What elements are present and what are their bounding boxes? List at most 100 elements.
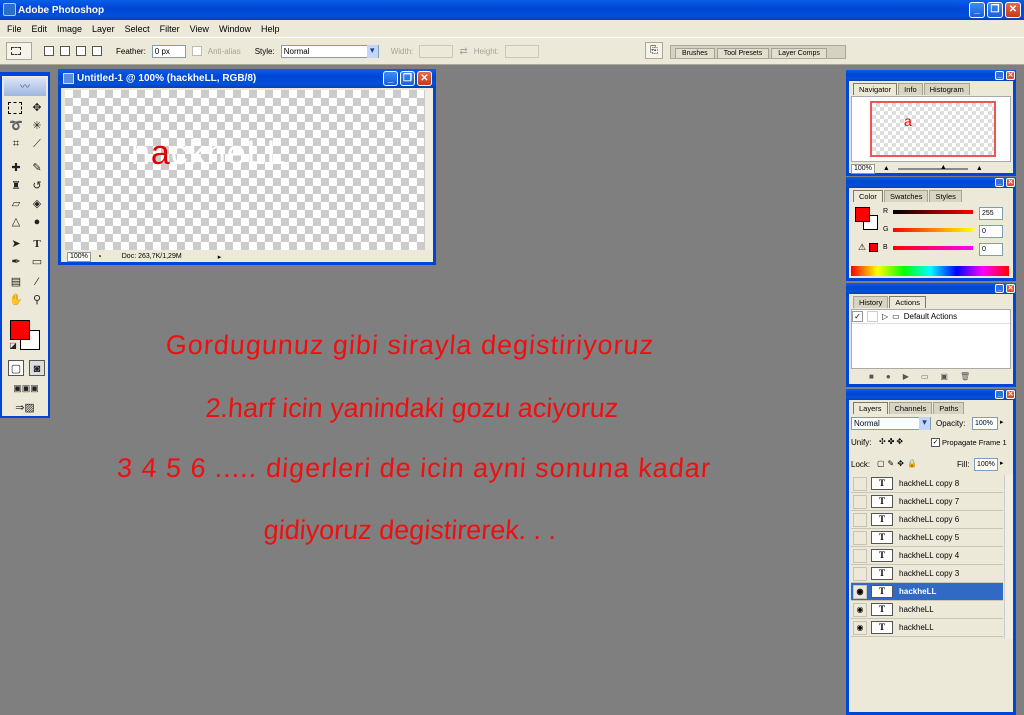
menu-edit[interactable]: Edit [27,24,53,34]
tab-swatches[interactable]: Swatches [883,190,929,202]
subtract-selection-icon[interactable] [76,46,86,56]
brush-tool-icon[interactable]: ✎ [29,160,45,176]
healing-brush-icon[interactable]: ✚ [8,160,24,176]
height-input[interactable] [505,44,540,58]
panel-fg-swatch[interactable] [855,207,870,222]
navigator-zoom-field[interactable]: 100% [851,163,875,174]
visibility-toggle[interactable] [853,512,867,527]
g-slider[interactable] [893,228,973,232]
style-select[interactable]: Normal [280,44,379,58]
marquee-tool-preset-icon[interactable] [6,42,32,60]
action-dialog-icon[interactable] [867,311,878,322]
visibility-toggle[interactable] [853,476,867,491]
tab-color[interactable]: Color [853,190,883,202]
zoom-tool-icon[interactable]: ⚲ [29,292,45,308]
history-brush-icon[interactable]: ↺ [29,178,45,194]
menu-filter[interactable]: Filter [155,24,185,34]
record-icon[interactable]: ● [886,372,891,381]
tab-layers[interactable]: Layers [853,402,888,414]
tab-info[interactable]: Info [898,83,923,95]
navigator-minimize-icon[interactable]: _ [995,71,1004,80]
menu-image[interactable]: Image [52,24,87,34]
layers-close-icon[interactable]: ✕ [1006,390,1015,399]
b-slider[interactable] [893,246,973,250]
width-input[interactable] [419,44,454,58]
vertical-scrollbar[interactable] [424,90,433,250]
fill-arrow-icon[interactable]: ▸ [1000,459,1004,467]
color-spectrum-bar[interactable] [851,266,1009,276]
layer-row[interactable]: ◉ ThackheLL [851,601,1003,619]
default-colors-icon[interactable]: ◪ [5,338,21,354]
layer-row[interactable]: ThackheLL copy 5 [851,529,1003,547]
visibility-toggle[interactable] [853,548,867,563]
add-selection-icon[interactable] [60,46,70,56]
marquee-tool-icon[interactable] [8,102,22,114]
menu-select[interactable]: Select [120,24,155,34]
palette-well-tool-presets[interactable]: Tool Presets [716,48,770,58]
eye-icon[interactable]: ◉ [853,584,867,599]
crop-tool-icon[interactable]: ⌗ [8,136,24,152]
tab-navigator[interactable]: Navigator [853,83,898,95]
zoom-in-icon[interactable]: ▲ [976,165,983,172]
file-browser-icon[interactable]: ⎘ [645,42,663,59]
layers-minimize-icon[interactable]: _ [995,390,1004,399]
pen-tool-icon[interactable]: ✒ [8,254,24,270]
doc-maximize-button[interactable]: ❐ [400,71,415,86]
dodge-tool-icon[interactable]: ● [29,214,45,230]
navigator-zoom-slider[interactable]: ▲ [897,164,968,171]
doc-minimize-button[interactable]: _ [383,71,398,86]
standard-mode-icon[interactable]: ▢ [8,360,24,376]
status-arrow-icon[interactable]: ▸ [218,253,222,261]
layer-row-selected[interactable]: ◉ ThackheLL [851,583,1003,601]
tab-histogram[interactable]: Histogram [923,83,970,95]
minimize-button[interactable]: _ [969,2,985,18]
magic-wand-icon[interactable]: ✳ [29,118,45,134]
navigator-preview[interactable]: a [851,96,1011,162]
new-selection-icon[interactable] [44,46,54,56]
action-set-row[interactable]: ✓ ▷ ▭ Default Actions [852,310,1010,324]
maximize-button[interactable]: ❐ [987,2,1003,18]
opacity-arrow-icon[interactable]: ▸ [1000,418,1004,426]
layers-scrollbar[interactable] [1004,475,1013,639]
eyedropper-icon[interactable]: ⁄ [29,274,45,290]
eraser-tool-icon[interactable]: ▱ [8,196,24,212]
lock-icons[interactable]: ▢✎✥🔒 [877,459,920,468]
quickmask-mode-icon[interactable]: ◙ [29,360,45,376]
feather-input[interactable]: 0 px [151,44,186,58]
photoshop-feather-icon[interactable]: 〰 [4,78,46,96]
color-minimize-icon[interactable]: _ [995,178,1004,187]
visibility-toggle[interactable] [853,566,867,581]
r-slider[interactable] [893,210,973,214]
blur-tool-icon[interactable]: △ [8,214,24,230]
navigator-view-box[interactable]: a [870,101,996,157]
gamut-warning-icon[interactable]: ⚠ [858,242,866,253]
new-action-icon[interactable]: ▣ [940,372,948,381]
layer-row[interactable]: ◉ ThackheLL [851,619,1003,637]
visibility-toggle[interactable] [853,494,867,509]
eye-icon[interactable]: ◉ [853,620,867,635]
g-input[interactable]: 0 [979,225,1003,238]
swap-icon[interactable]: ⇄ [459,46,467,57]
slice-tool-icon[interactable]: ⟋ [29,136,45,152]
shape-tool-icon[interactable]: ▭ [29,254,45,270]
zoom-field[interactable]: 100% [67,251,91,262]
blend-mode-select[interactable]: Normal [851,417,931,430]
opacity-input[interactable]: 100% [972,417,998,430]
antialias-checkbox[interactable] [191,46,202,56]
eye-icon[interactable]: ◉ [853,602,867,617]
zoom-out-icon[interactable]: ▲ [883,165,890,172]
layer-row[interactable]: ThackheLL copy 7 [851,493,1003,511]
menu-window[interactable]: Window [214,24,256,34]
foreground-color-swatch[interactable] [10,320,30,340]
actions-close-icon[interactable]: ✕ [1006,284,1015,293]
new-set-icon[interactable]: ▭ [921,372,929,381]
menu-help[interactable]: Help [256,24,285,34]
layer-row[interactable]: ThackheLL copy 4 [851,547,1003,565]
layer-row[interactable]: ThackheLL copy 3 [851,565,1003,583]
tab-actions[interactable]: Actions [889,296,926,308]
layer-row[interactable]: ThackheLL copy 6 [851,511,1003,529]
tab-paths[interactable]: Paths [933,402,965,414]
navigator-close-icon[interactable]: ✕ [1006,71,1015,80]
propagate-checkbox[interactable]: ✓ [931,438,940,447]
notes-tool-icon[interactable]: ▤ [8,274,24,290]
